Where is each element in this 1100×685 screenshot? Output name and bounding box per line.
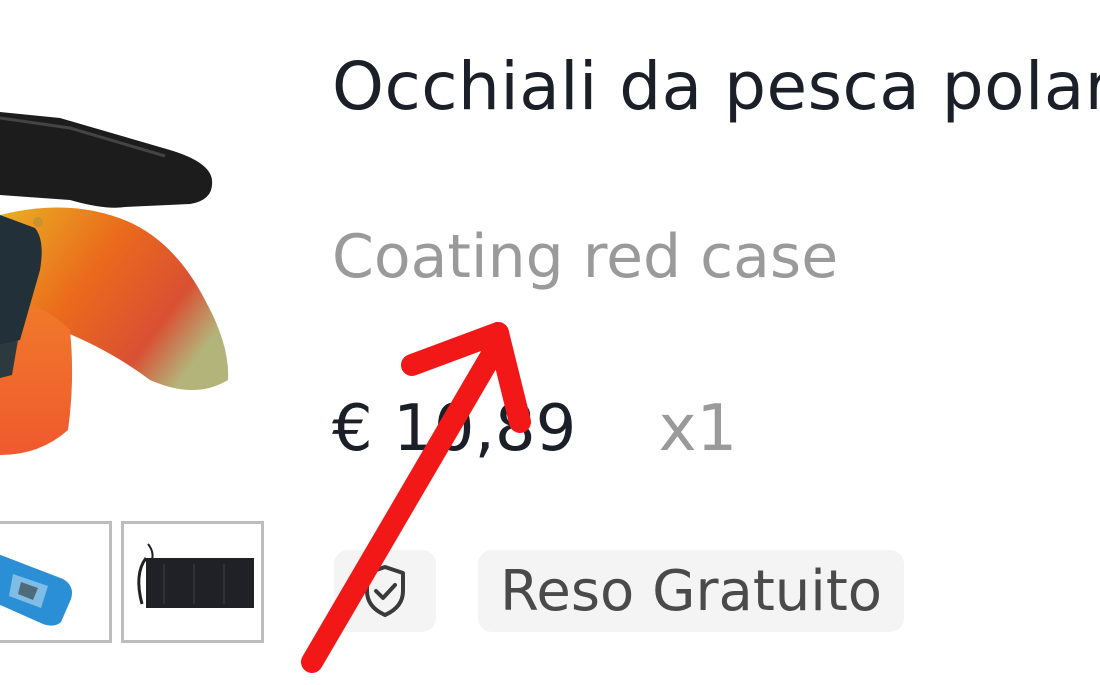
product-price: € 10,89 (332, 392, 577, 466)
price-row: € 10,89 x1 (332, 392, 737, 466)
product-image[interactable] (0, 0, 300, 500)
shield-check-icon (365, 565, 405, 617)
guarantee-badge (334, 550, 436, 632)
thumbnail-pouch-image[interactable] (121, 521, 264, 643)
thumbnail-box-image[interactable] (0, 521, 112, 643)
product-variant: Coating red case (332, 222, 839, 292)
free-return-badge: Reso Gratuito (478, 550, 905, 632)
product-quantity: x1 (658, 392, 738, 466)
blue-box-icon (0, 524, 109, 640)
product-title[interactable]: Occhiali da pesca polar (332, 48, 1100, 125)
product-cart-item: Occhiali da pesca polar Coating red case… (0, 0, 1100, 685)
black-pouch-icon (124, 524, 261, 640)
